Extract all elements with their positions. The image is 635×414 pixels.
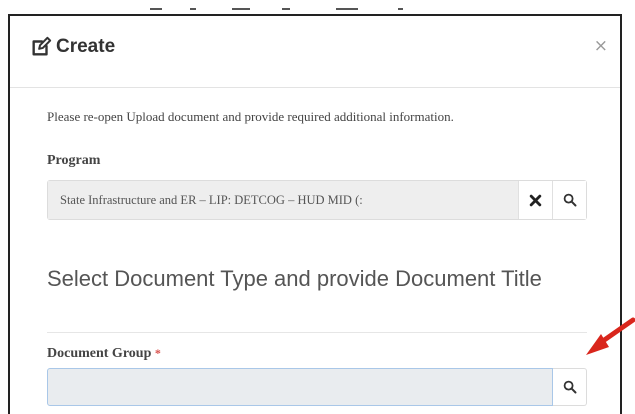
background-fragment (336, 8, 358, 10)
search-icon (563, 380, 576, 394)
background-fragment (282, 8, 290, 10)
background-fragment (232, 8, 250, 10)
document-group-input[interactable] (47, 368, 553, 406)
close-icon[interactable]: × (594, 36, 608, 56)
document-group-search-button[interactable] (553, 368, 587, 406)
program-clear-button[interactable] (518, 181, 552, 219)
background-fragment (398, 8, 403, 10)
document-group-label: Document Group * (47, 346, 161, 362)
clear-icon (529, 194, 542, 206)
create-dialog: Create × Please re-open Upload document … (8, 14, 622, 414)
required-marker: * (154, 346, 161, 360)
program-search-button[interactable] (552, 181, 586, 219)
program-value: State Infrastructure and ER – LIP: DETCO… (48, 181, 518, 219)
edit-icon (32, 36, 52, 56)
program-field: State Infrastructure and ER – LIP: DETCO… (47, 180, 587, 220)
info-message: Please re-open Upload document and provi… (47, 109, 454, 124)
section-heading: Select Document Type and provide Documen… (47, 266, 542, 291)
document-group-field (47, 368, 587, 408)
section-divider (47, 332, 587, 333)
program-label: Program (47, 153, 101, 168)
dialog-title: Create (56, 36, 116, 57)
background-fragment (150, 8, 162, 10)
document-group-label-text: Document Group (47, 346, 152, 361)
dialog-header: Create × (10, 16, 620, 88)
search-icon (563, 193, 576, 207)
background-fragment (190, 8, 196, 10)
